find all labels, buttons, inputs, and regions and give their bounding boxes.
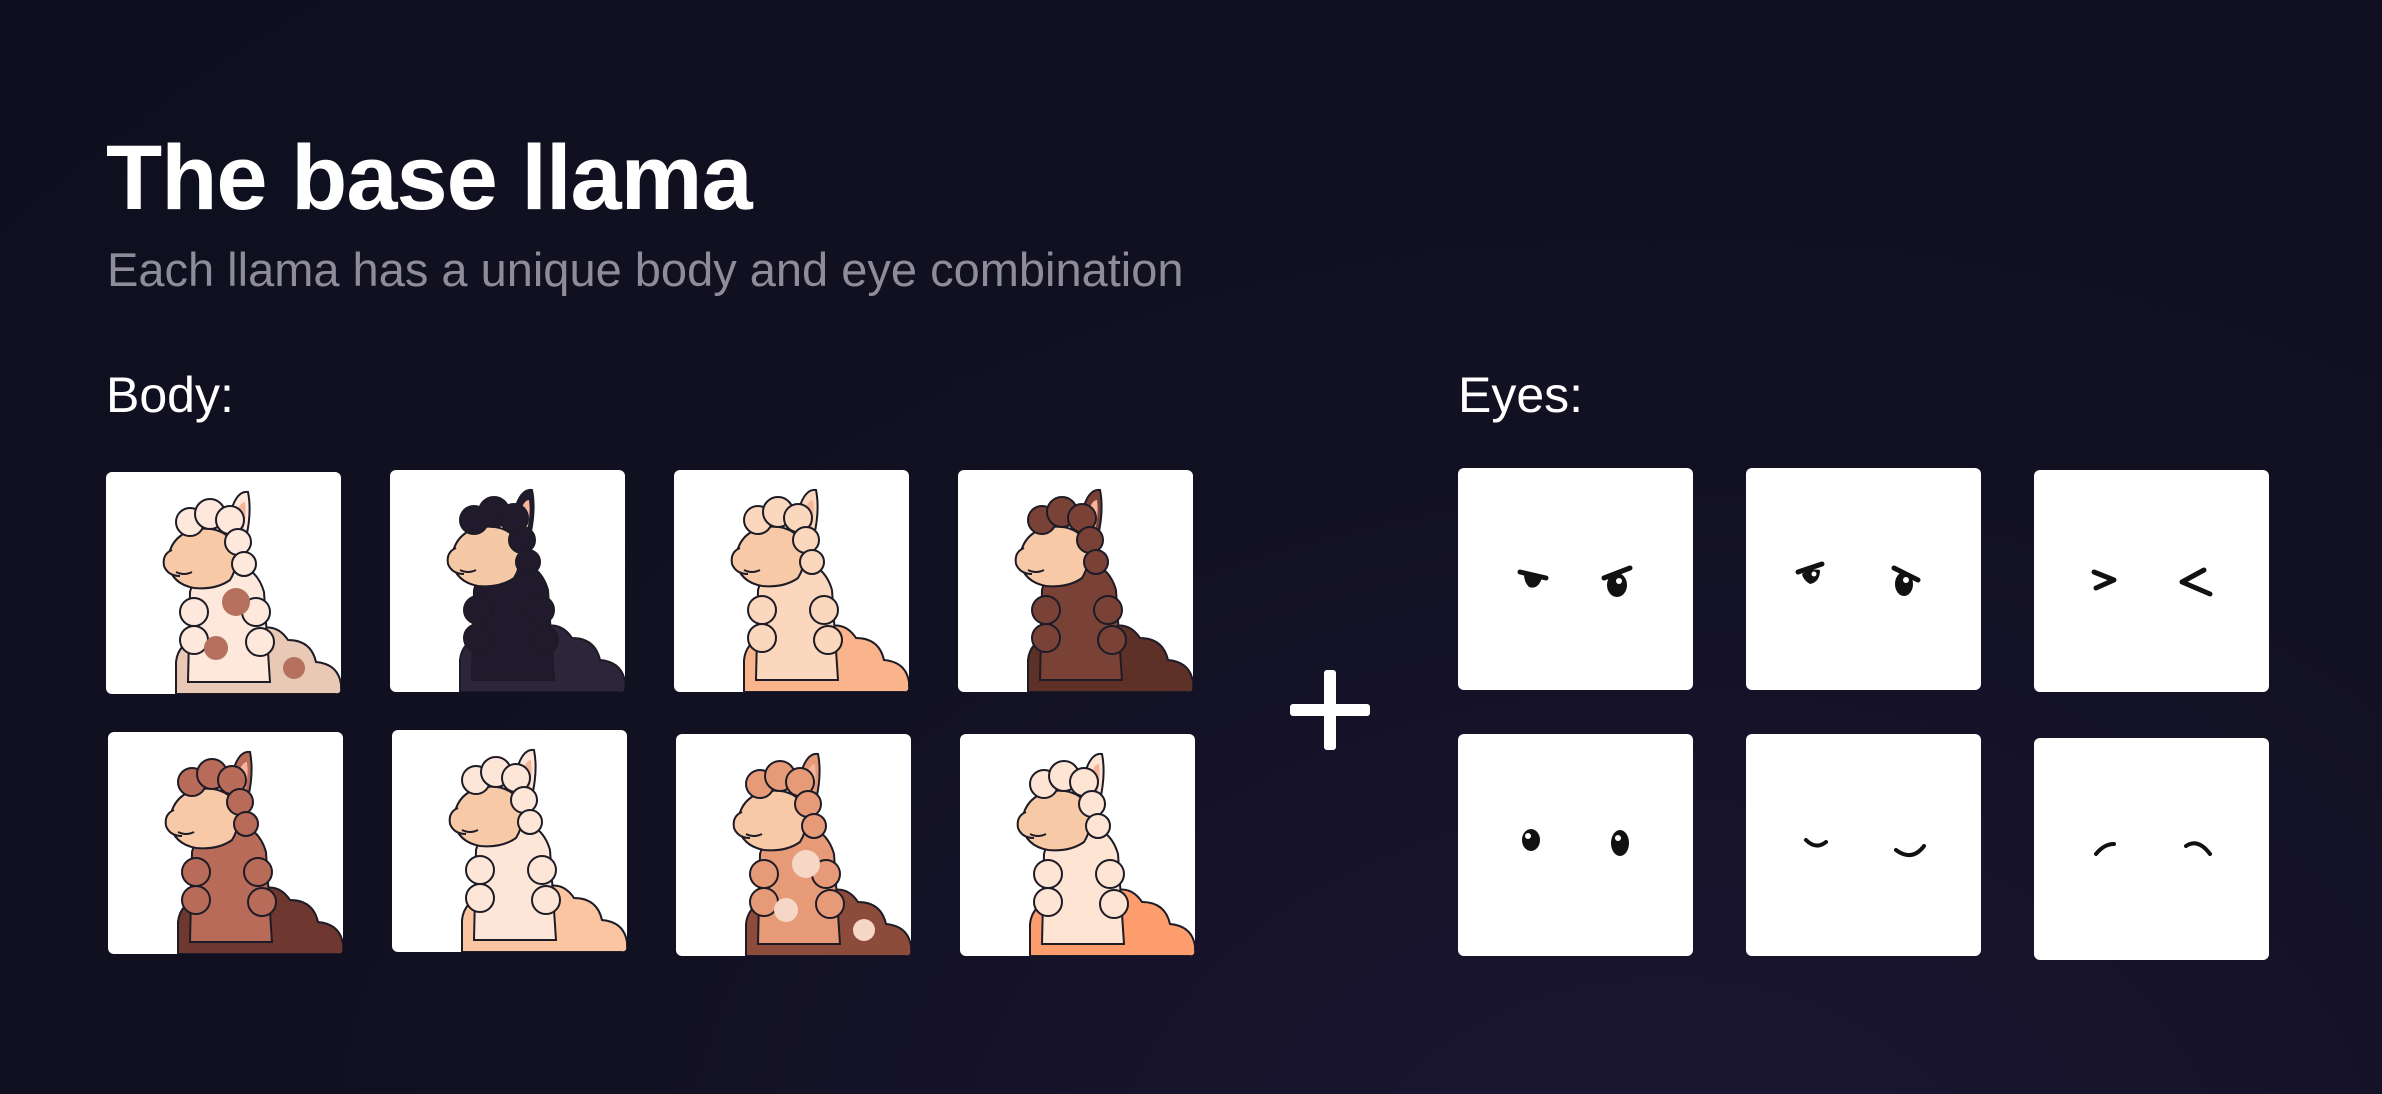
llama-body-icon [1016, 752, 1195, 956]
llama-body-icon [446, 488, 625, 692]
llama-body-icon [164, 750, 343, 954]
eyes-tile-content-closed[interactable] [2034, 738, 2269, 960]
eyes-tile-round[interactable] [1458, 734, 1693, 956]
body-tile-1[interactable] [106, 472, 341, 694]
body-tile-5[interactable] [108, 732, 343, 954]
squinting-eyes-icon [2091, 567, 2213, 597]
llama-body-icon [730, 488, 909, 692]
eyes-section-label: Eyes: [1458, 367, 1584, 423]
body-tile-3[interactable] [674, 470, 909, 692]
body-tile-8[interactable] [960, 734, 1195, 956]
body-tile-4[interactable] [958, 470, 1193, 692]
eyes-tile-sceptical[interactable] [1746, 468, 1981, 690]
body-tile-2[interactable] [390, 470, 625, 692]
eyes-tile-squinting[interactable] [2034, 470, 2269, 692]
body-tile-6[interactable] [392, 730, 627, 952]
eyes-tile-happy-closed[interactable] [1746, 734, 1981, 956]
page-title: The base llama [106, 127, 753, 229]
round-eyes-icon [1522, 829, 1629, 856]
plus-icon [1290, 670, 1370, 750]
eyes-tile-angry[interactable] [1458, 468, 1693, 690]
sceptical-eyes-icon [1795, 561, 1921, 596]
llama-body-icon [1014, 488, 1193, 692]
llama-body-icon [448, 748, 627, 952]
body-tile-7[interactable] [676, 734, 911, 956]
happy-closed-eyes-icon [1804, 838, 1926, 858]
body-section-label: Body: [106, 367, 234, 423]
angry-eyes-icon [1517, 565, 1633, 597]
llama-body-icon [162, 490, 341, 694]
page-subtitle: Each llama has a unique body and eye com… [107, 243, 1184, 296]
content-closed-eyes-icon [2094, 841, 2212, 856]
llama-body-icon [732, 752, 911, 956]
